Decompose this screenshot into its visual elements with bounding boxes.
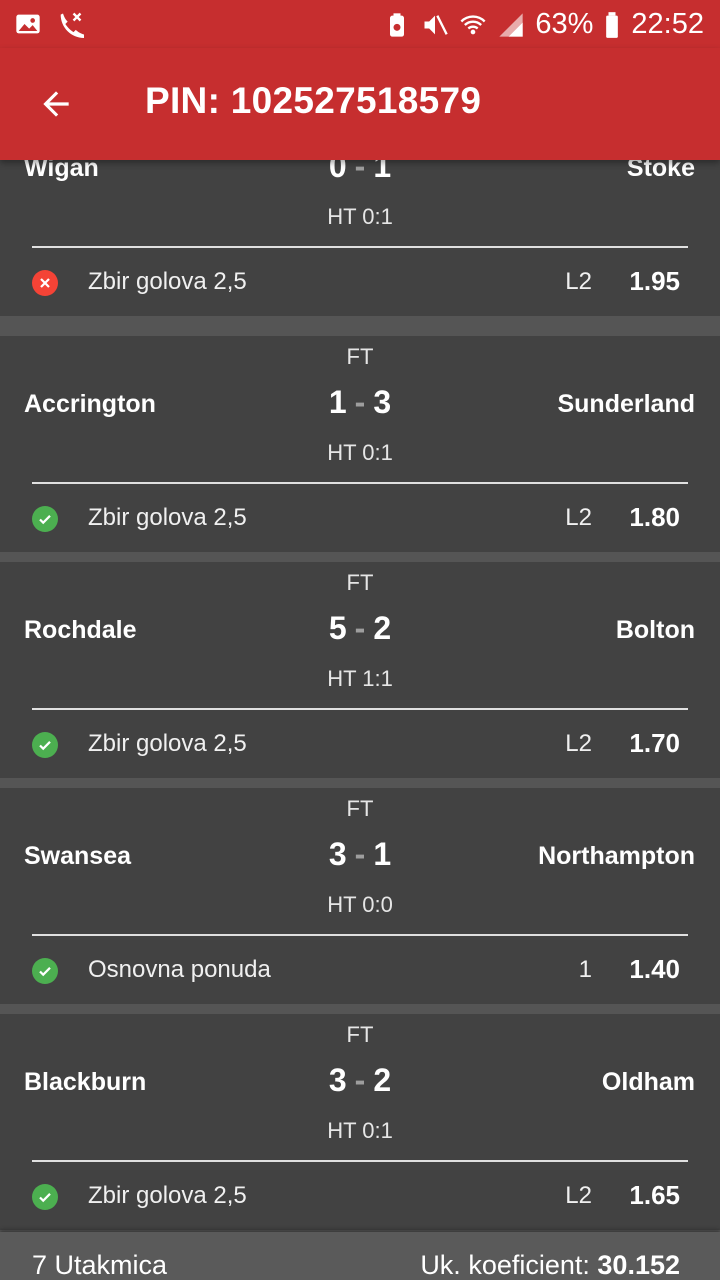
bet-odd: 1.40 — [629, 954, 680, 984]
bet-market: Osnovna ponuda — [88, 956, 271, 983]
bet-odd: 1.80 — [629, 502, 680, 532]
total-odds-label: Uk. koeficient: — [420, 1250, 590, 1280]
status-bar-system: 63% 22:52 — [383, 8, 704, 41]
divider — [32, 482, 688, 484]
bet-odd: 1.70 — [629, 728, 680, 758]
away-team: Oldham — [601, 1068, 695, 1096]
match-card[interactable]: FT Swansea 3-1 Northampton HT 0:0 Osnovn… — [0, 788, 720, 1004]
battery-percent: 63% — [535, 8, 594, 40]
home-score: 1 — [328, 384, 347, 420]
match-card[interactable]: FT Blackburn 3-2 Oldham HT 0:1 Zbir golo… — [0, 1014, 720, 1230]
ticket-summary: 7 Utakmica Uk. koeficient: 30.152 — [0, 1232, 720, 1280]
score: 0-1 — [0, 160, 720, 185]
match-status: FT — [346, 570, 374, 595]
bet-pick: L2 — [565, 504, 592, 531]
bet-odd: 1.95 — [629, 266, 680, 296]
away-score: 2 — [373, 1062, 392, 1098]
home-score: 0 — [328, 160, 347, 184]
bet-pick: L2 — [565, 1182, 592, 1209]
score-separator: - — [354, 384, 366, 420]
divider — [32, 246, 688, 248]
half-time-score: HT 0:0 — [327, 892, 393, 917]
mute-icon — [424, 14, 449, 35]
match-card[interactable]: Wigan 0-1 Stoke HT 0:1 Zbir golova 2,5 L… — [0, 160, 720, 316]
bet-odd: 1.65 — [629, 1180, 680, 1210]
back-button[interactable] — [30, 78, 82, 130]
divider — [32, 708, 688, 710]
home-score: 5 — [328, 610, 347, 646]
match-status: FT — [346, 796, 374, 821]
arrow-back-icon — [43, 91, 69, 117]
page-title: PIN: 102527518579 — [145, 80, 482, 121]
score-separator: - — [354, 1062, 366, 1098]
away-team: Northampton — [538, 842, 695, 870]
score-separator: - — [354, 836, 366, 872]
bet-pick: L2 — [565, 268, 592, 295]
home-score: 3 — [328, 1062, 347, 1098]
battery-saver-icon — [390, 12, 405, 37]
status-bar-notifications — [14, 10, 84, 38]
score-separator: - — [354, 610, 366, 646]
bet-pick: 1 — [578, 956, 592, 983]
bet-pick: L2 — [565, 730, 592, 757]
away-score: 2 — [373, 610, 392, 646]
match-status: FT — [346, 1022, 374, 1047]
away-team: Sunderland — [557, 390, 695, 418]
check-icon — [32, 1184, 58, 1210]
total-odds-value: 30.152 — [597, 1250, 680, 1280]
home-score: 3 — [328, 836, 347, 872]
score-separator: - — [354, 160, 366, 184]
image-icon — [16, 14, 40, 34]
wifi-icon — [460, 14, 486, 34]
match-card[interactable]: FT Accrington 1-3 Sunderland HT 0:1 Zbir… — [0, 336, 720, 552]
away-score: 1 — [373, 836, 392, 872]
away-score: 1 — [373, 160, 392, 184]
check-icon — [32, 506, 58, 532]
check-icon — [32, 958, 58, 984]
match-card[interactable]: FT Rochdale 5-2 Bolton HT 1:1 Zbir golov… — [0, 562, 720, 778]
match-count: 7 Utakmica — [32, 1250, 168, 1280]
divider — [32, 934, 688, 936]
divider — [32, 1160, 688, 1162]
half-time-score: HT 0:1 — [327, 440, 393, 465]
bet-market: Zbir golova 2,5 — [88, 1182, 247, 1209]
away-team: Stoke — [626, 160, 695, 182]
half-time-score: HT 0:1 — [327, 204, 393, 229]
score: 5-2 — [0, 610, 720, 647]
bet-market: Zbir golova 2,5 — [88, 268, 247, 295]
status-bar: 63% 22:52 — [0, 0, 720, 48]
check-icon — [32, 732, 58, 758]
total-odds: Uk. koeficient: 30.152 — [420, 1250, 680, 1280]
app-bar: PIN: 102527518579 — [0, 48, 720, 160]
away-score: 3 — [373, 384, 392, 420]
bet-market: Zbir golova 2,5 — [88, 730, 247, 757]
match-list[interactable]: Wigan 0-1 Stoke HT 0:1 Zbir golova 2,5 L… — [0, 160, 720, 1230]
lose-icon — [32, 270, 58, 296]
clock: 22:52 — [631, 8, 704, 40]
bet-market: Zbir golova 2,5 — [88, 504, 247, 531]
missed-call-icon — [60, 12, 84, 38]
half-time-score: HT 0:1 — [327, 1118, 393, 1143]
half-time-score: HT 1:1 — [327, 666, 393, 691]
signal-icon — [499, 12, 524, 37]
match-status: FT — [346, 344, 374, 369]
battery-icon — [606, 11, 619, 38]
away-team: Bolton — [615, 616, 695, 644]
